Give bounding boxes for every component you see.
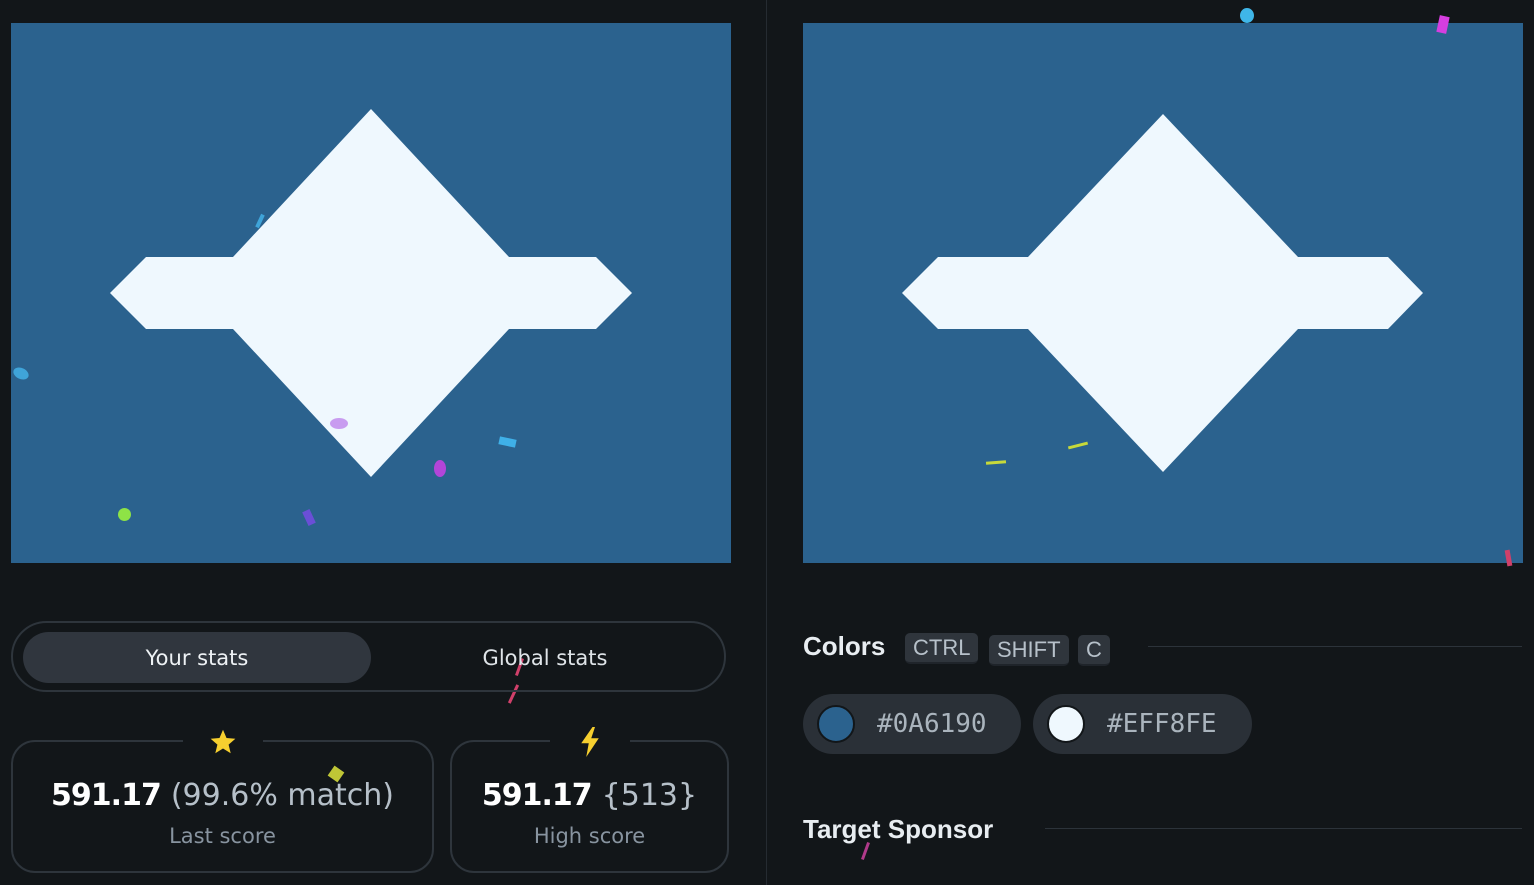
target-sponsor-title: Target Sponsor: [803, 814, 994, 844]
shortcut-key-shift: SHIFT: [989, 635, 1069, 666]
tab-your-stats[interactable]: Your stats: [23, 632, 371, 683]
target-drawing: [803, 23, 1523, 563]
last-score-card: 591.17 (99.6% match) Last score: [11, 729, 434, 873]
swatch-hex-label: #EFF8FE: [1107, 709, 1217, 739]
lightning-icon: [580, 727, 599, 757]
color-swatch-1[interactable]: #EFF8FE: [1033, 694, 1252, 754]
confetti-piece: [118, 508, 131, 521]
last-score-match: (99.6% match): [170, 778, 394, 813]
swatch-color-dot: [1047, 705, 1085, 743]
confetti-piece: [434, 460, 446, 477]
swatch-hex-label: #0A6190: [877, 709, 987, 739]
colors-divider: [1148, 646, 1522, 647]
app-root: Your stats Global stats 591.17 (99.6% mat…: [0, 0, 1534, 885]
confetti-piece: [330, 418, 348, 429]
last-score-line: 591.17 (99.6% match): [13, 778, 432, 813]
swatch-color-dot: [817, 705, 855, 743]
stats-tab-switcher: Your stats Global stats: [11, 621, 726, 692]
last-score-value: 591.17: [51, 778, 162, 813]
confetti-piece: [1240, 8, 1254, 23]
output-drawing: [11, 23, 731, 563]
high-score-line: 591.17 {513}: [452, 778, 727, 813]
high-score-value: 591.17: [481, 778, 593, 813]
high-score-card: 591.17 {513} High score: [450, 727, 729, 873]
high-score-steps: {513}: [601, 778, 698, 813]
sponsor-divider: [1045, 828, 1522, 829]
colors-title: Colors: [803, 631, 886, 661]
card-icon-holder: [549, 727, 630, 757]
shortcut-key-ctrl: CTRL: [905, 633, 979, 664]
tab-global-stats[interactable]: Global stats: [371, 632, 719, 683]
color-swatch-0[interactable]: #0A6190: [803, 694, 1021, 754]
shortcut-key-c: C: [1078, 635, 1110, 666]
star-icon: [210, 729, 235, 754]
card-icon-holder: [182, 729, 263, 754]
high-score-label: High score: [533, 824, 646, 848]
target-canvas: [803, 23, 1523, 563]
panel-divider: [766, 0, 767, 885]
output-canvas: [11, 23, 731, 563]
last-score-label: Last score: [169, 824, 276, 848]
